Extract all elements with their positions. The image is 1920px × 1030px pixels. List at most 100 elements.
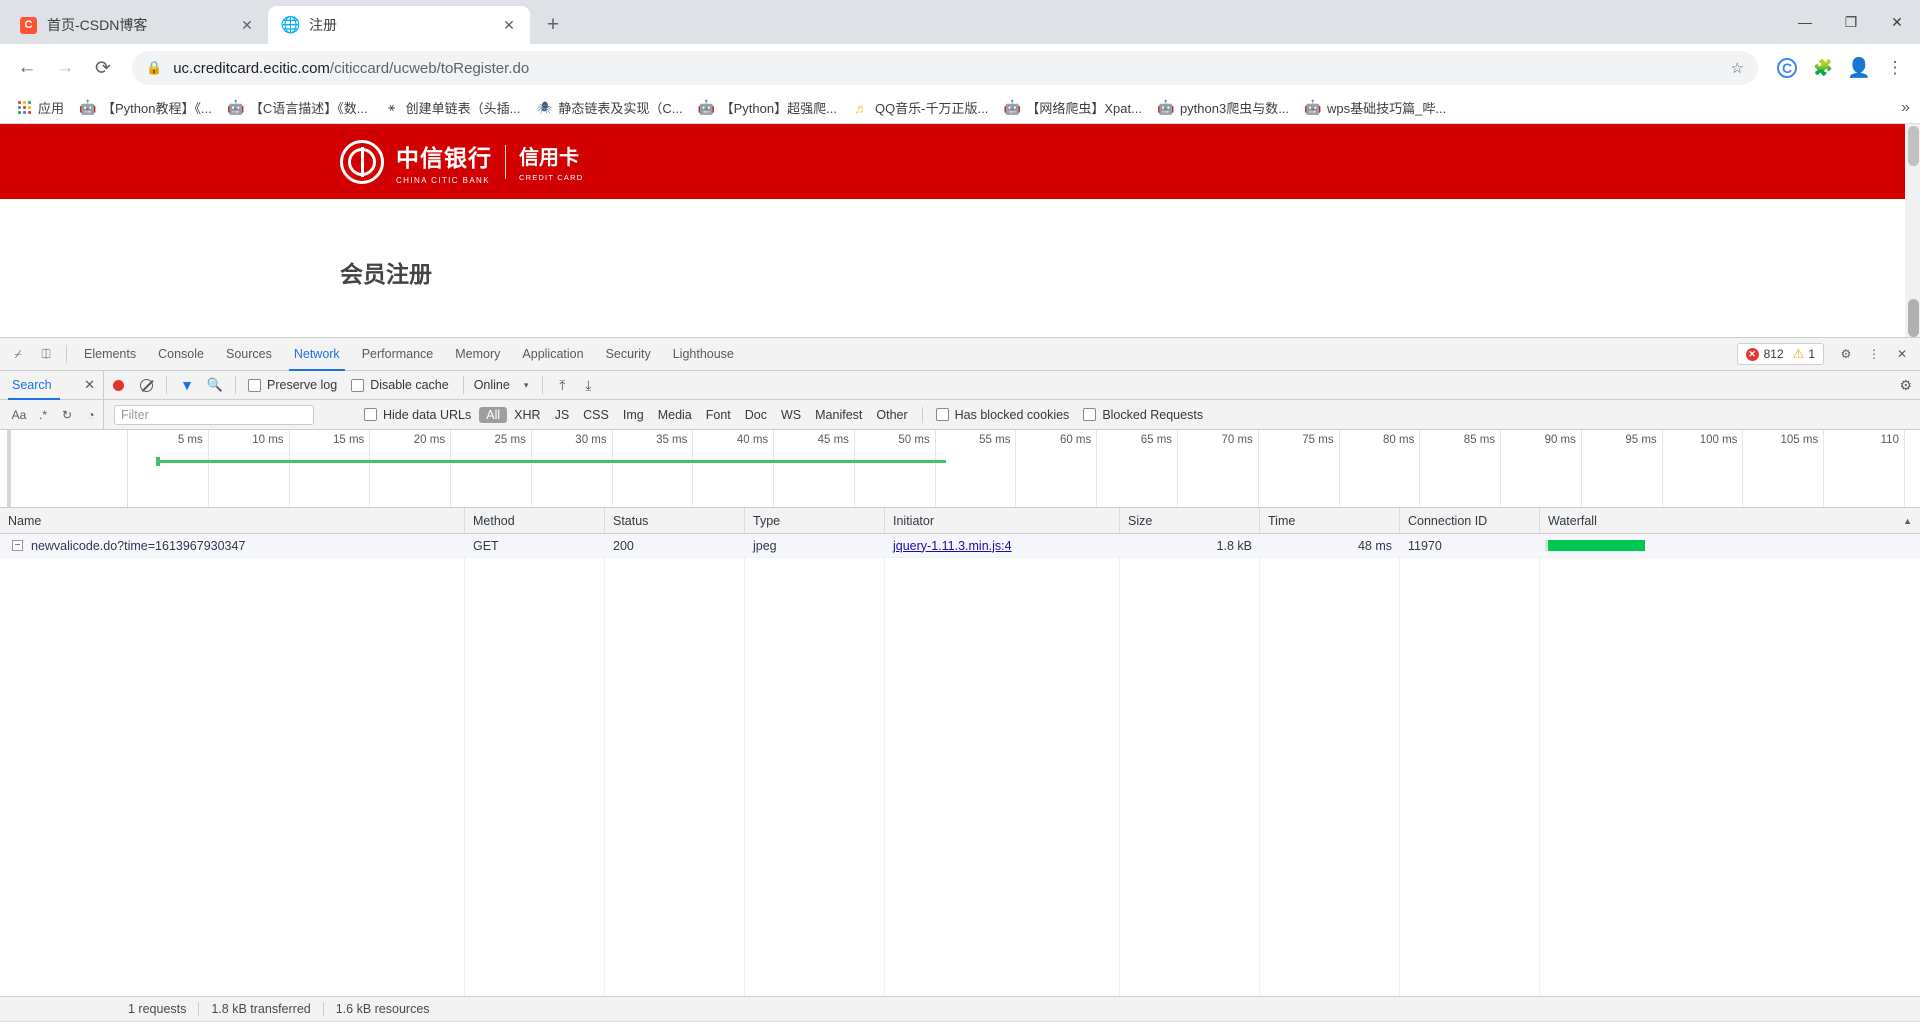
- column-header-status[interactable]: Status: [605, 508, 745, 534]
- back-button[interactable]: ←: [10, 51, 44, 85]
- tab-network[interactable]: Network: [283, 338, 351, 371]
- filter-type-doc[interactable]: Doc: [738, 407, 774, 423]
- extensions-puzzle-icon[interactable]: 🧩: [1808, 53, 1838, 83]
- filter-type-css[interactable]: CSS: [576, 407, 616, 423]
- column-header-initiator[interactable]: Initiator: [885, 508, 1120, 534]
- chevron-down-icon[interactable]: ▾: [524, 380, 529, 391]
- disable-cache-checkbox[interactable]: Disable cache: [351, 378, 449, 392]
- browser-tab-0[interactable]: C 首页-CSDN博客 ✕: [6, 6, 268, 44]
- tab-close-icon[interactable]: ✕: [236, 14, 258, 36]
- reload-button[interactable]: ⟳: [86, 51, 120, 85]
- tab-performance[interactable]: Performance: [351, 338, 445, 371]
- filter-type-js[interactable]: JS: [548, 407, 577, 423]
- refresh-search-icon[interactable]: ↻: [56, 404, 78, 426]
- blocked-requests-checkbox[interactable]: Blocked Requests: [1083, 408, 1203, 422]
- hide-data-urls-checkbox[interactable]: Hide data URLs: [364, 408, 471, 422]
- filter-input[interactable]: Filter: [114, 404, 314, 425]
- import-har-icon[interactable]: ⤒: [549, 377, 575, 394]
- devtools-close-icon[interactable]: ✕: [1888, 340, 1916, 368]
- clear-search-icon[interactable]: ◔: [80, 404, 102, 426]
- new-tab-button[interactable]: +: [536, 8, 570, 42]
- tab-application[interactable]: Application: [511, 338, 594, 371]
- match-case-icon[interactable]: Aa: [8, 404, 30, 426]
- column-header-method[interactable]: Method: [465, 508, 605, 534]
- search-pane-close-icon[interactable]: ✕: [84, 377, 95, 393]
- filter-type-xhr[interactable]: XHR: [507, 407, 547, 423]
- has-blocked-cookies-checkbox[interactable]: Has blocked cookies: [935, 408, 1069, 422]
- bookmarks-overflow-icon[interactable]: »: [1901, 99, 1910, 117]
- maximize-button[interactable]: ❐: [1828, 0, 1874, 44]
- gear-icon[interactable]: ⚙: [1832, 340, 1860, 368]
- search-pane-tab[interactable]: Search ✕: [0, 370, 104, 400]
- bookmark-apps[interactable]: 应用: [8, 95, 72, 121]
- device-toolbar-icon[interactable]: ⎅: [32, 340, 60, 368]
- column-header-name[interactable]: Name: [0, 508, 465, 534]
- bookmark-item-1[interactable]: 🤖 【Python教程】《...: [72, 95, 220, 121]
- tab-lighthouse[interactable]: Lighthouse: [662, 338, 745, 371]
- tab-sources[interactable]: Sources: [215, 338, 283, 371]
- profile-avatar[interactable]: 👤: [1844, 53, 1874, 83]
- minimize-button[interactable]: —: [1782, 0, 1828, 44]
- page-scrollbar[interactable]: [1905, 124, 1920, 337]
- regex-icon[interactable]: .*: [32, 404, 54, 426]
- drawer-tab-whats-new[interactable]: What's New ✕: [106, 1022, 223, 1030]
- filter-type-img[interactable]: Img: [616, 407, 651, 423]
- column-header-time[interactable]: Time: [1260, 508, 1400, 534]
- scrollbar-thumb-lower[interactable]: [1908, 299, 1919, 337]
- table-row[interactable]: − newvalicode.do?time=1613967930347 GET …: [0, 534, 1920, 558]
- export-har-icon[interactable]: ⤓: [575, 377, 601, 394]
- column-header-size[interactable]: Size: [1120, 508, 1260, 534]
- tab-security[interactable]: Security: [595, 338, 662, 371]
- bookmark-star-icon[interactable]: ☆: [1731, 59, 1744, 77]
- clear-button[interactable]: [132, 371, 160, 399]
- forward-button[interactable]: →: [48, 51, 82, 85]
- network-overview-timeline[interactable]: 110 105 ms 100 ms 95 ms 90 ms 85 ms 80 ms 75 ms…: [0, 430, 1920, 508]
- sort-caret-icon[interactable]: ▲: [1903, 516, 1912, 526]
- filter-type-ws[interactable]: WS: [774, 407, 808, 423]
- scrollbar-thumb[interactable]: [1908, 126, 1919, 166]
- tab-console[interactable]: Console: [147, 338, 215, 371]
- overview-left-handle[interactable]: [7, 430, 11, 507]
- bookmark-item-4[interactable]: 🕷 静态链表及实现（C...: [528, 95, 690, 121]
- column-header-connection-id[interactable]: Connection ID: [1400, 508, 1540, 534]
- cell-initiator[interactable]: jquery-1.11.3.min.js:4: [885, 534, 1120, 558]
- address-bar[interactable]: 🔒 uc.creditcard.ecitic.com/citiccard/ucw…: [132, 51, 1758, 85]
- initiator-link[interactable]: jquery-1.11.3.min.js:4: [893, 539, 1012, 553]
- browser-tab-1[interactable]: 🌐 注册 ✕: [268, 6, 530, 44]
- filter-type-all[interactable]: All: [479, 406, 508, 423]
- row-expander-icon[interactable]: −: [12, 540, 23, 551]
- cell-name[interactable]: − newvalicode.do?time=1613967930347: [0, 534, 465, 558]
- filter-type-manifest[interactable]: Manifest: [808, 407, 869, 423]
- funnel-icon: ▼: [180, 377, 194, 393]
- column-header-type[interactable]: Type: [745, 508, 885, 534]
- inspect-element-icon[interactable]: ⌿: [4, 340, 32, 368]
- bookmark-item-9[interactable]: 🤖 wps基础技巧篇_哔...: [1297, 95, 1454, 121]
- status-badge[interactable]: ✕ 812 ⚠ 1: [1736, 343, 1824, 365]
- bookmark-item-7[interactable]: 🤖 【网络爬虫】Xpat...: [996, 95, 1150, 121]
- tab-memory[interactable]: Memory: [444, 338, 511, 371]
- drawer-tab-console[interactable]: Console: [30, 1022, 106, 1030]
- preserve-log-checkbox[interactable]: Preserve log: [248, 378, 337, 392]
- devtools-more-icon[interactable]: ⋮: [1860, 340, 1888, 368]
- bookmark-item-2[interactable]: 🤖 【C语言描述】《数...: [220, 95, 376, 121]
- filter-type-font[interactable]: Font: [699, 407, 738, 423]
- extension-c-icon[interactable]: C: [1772, 53, 1802, 83]
- bookmark-item-3[interactable]: ⚹ 创建单链表（头插...: [376, 95, 529, 121]
- filter-type-media[interactable]: Media: [651, 407, 699, 423]
- close-window-button[interactable]: ✕: [1874, 0, 1920, 44]
- network-settings-gear-icon[interactable]: ⚙: [1899, 377, 1912, 394]
- bookmark-item-5[interactable]: 🤖 【Python】超强爬...: [691, 95, 845, 121]
- search-button[interactable]: 🔍: [201, 371, 229, 399]
- bookmark-item-8[interactable]: 🤖 python3爬虫与数...: [1150, 95, 1297, 121]
- robot-icon: 🤖: [697, 99, 716, 115]
- chrome-menu-icon[interactable]: ⋮: [1880, 53, 1910, 83]
- throttle-select[interactable]: Online: [474, 378, 510, 392]
- bookmark-item-6[interactable]: ♬ QQ音乐-千万正版...: [845, 95, 996, 121]
- tab-close-icon[interactable]: ✕: [498, 14, 520, 36]
- tab-elements[interactable]: Elements: [73, 338, 147, 371]
- record-button[interactable]: [104, 371, 132, 399]
- filter-button[interactable]: ▼: [173, 371, 201, 399]
- overview-canvas[interactable]: 110 105 ms 100 ms 95 ms 90 ms 85 ms 80 ms 75 ms…: [128, 430, 1920, 507]
- column-header-waterfall[interactable]: Waterfall ▲: [1540, 508, 1920, 534]
- filter-type-other[interactable]: Other: [869, 407, 914, 423]
